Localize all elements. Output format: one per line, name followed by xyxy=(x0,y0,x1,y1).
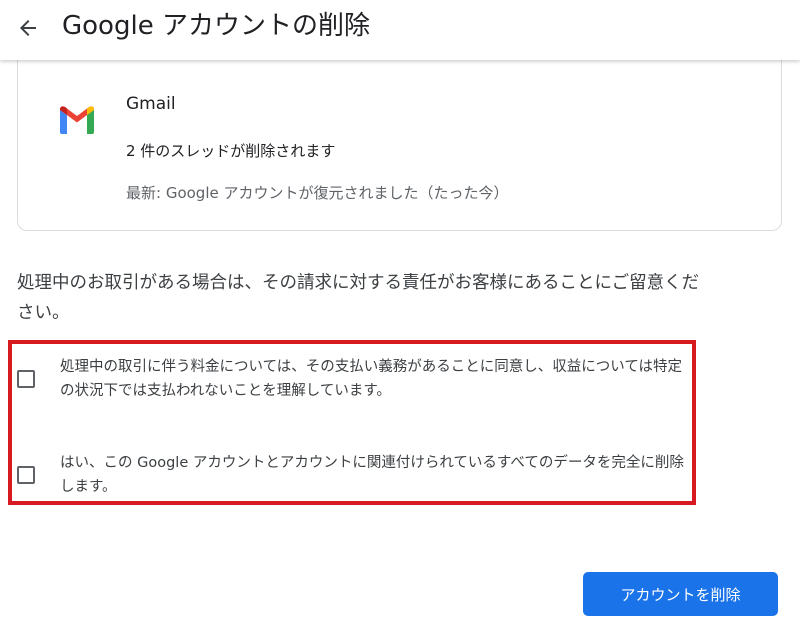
gmail-summary-card: Gmail 2 件のスレッドが削除されます 最新: Google アカウントが復… xyxy=(17,60,782,231)
checkbox-row-confirm-delete[interactable]: はい、この Google アカウントとアカウントに関連付けられているすべてのデー… xyxy=(8,451,688,501)
checkbox-row-agree-charges[interactable]: 処理中の取引に伴う料金については、その支払い義務があることに同意し、収益について… xyxy=(8,355,688,405)
checkbox-label-confirm-delete: はい、この Google アカウントとアカウントに関連付けられているすべてのデー… xyxy=(60,455,684,495)
gmail-logo-icon xyxy=(60,106,94,134)
checkbox-confirm-delete[interactable] xyxy=(17,466,35,484)
pending-transactions-warning: 処理中のお取引がある場合は、その請求に対する責任がお客様にあることにご留意くださ… xyxy=(17,273,700,323)
arrow-back-icon xyxy=(20,20,36,36)
latest-activity-text: 最新: Google アカウントが復元されました（たった今） xyxy=(126,184,509,202)
service-name: Gmail xyxy=(126,94,176,114)
top-app-bar: Google アカウントの削除 xyxy=(0,0,800,60)
delete-account-button[interactable]: アカウントを削除 xyxy=(583,572,778,616)
checkbox-label-agree-charges: 処理中の取引に伴う料金については、その支払い義務があることに同意し、収益について… xyxy=(60,359,683,399)
thread-count-text: 2 件のスレッドが削除されます xyxy=(126,142,336,160)
checkbox-agree-charges[interactable] xyxy=(17,370,35,388)
back-button[interactable] xyxy=(10,10,46,46)
page-title: Google アカウントの削除 xyxy=(62,11,370,41)
